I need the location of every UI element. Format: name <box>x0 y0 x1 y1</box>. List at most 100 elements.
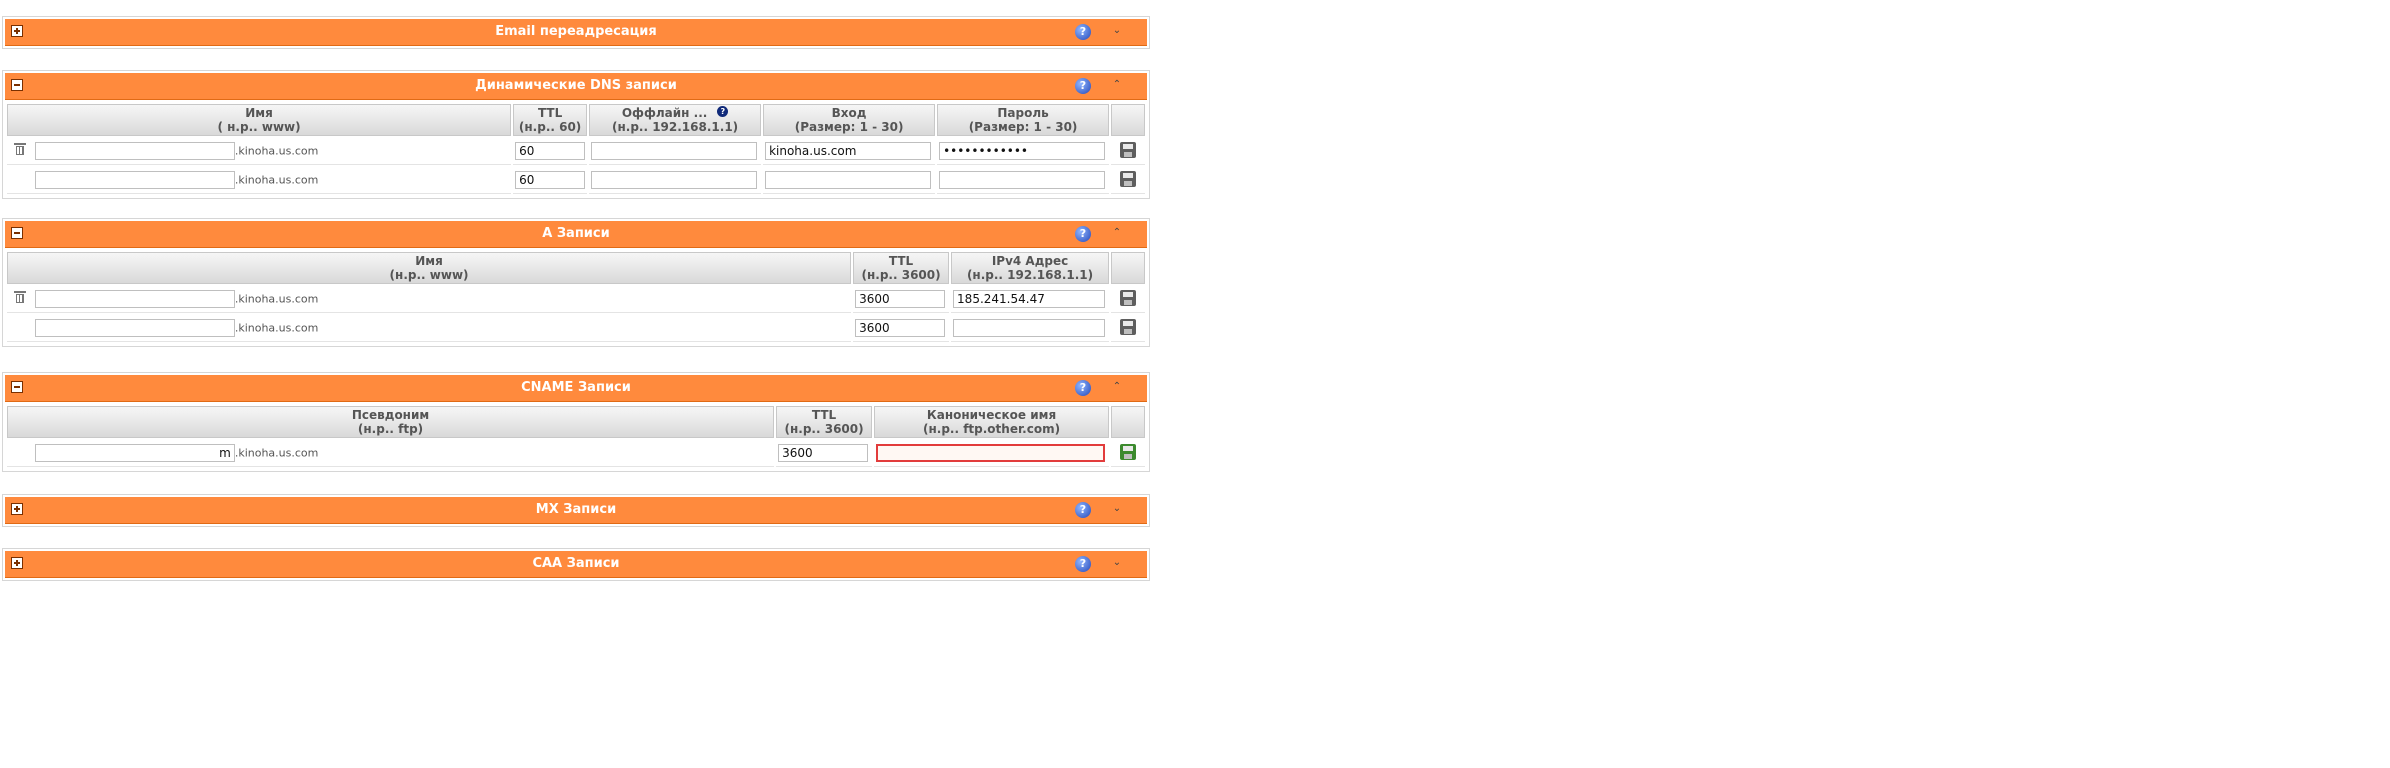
ipv4-input[interactable]: 185.241.54.47 <box>953 290 1106 308</box>
domain-suffix: .kinoha.us.com <box>234 144 319 158</box>
domain-suffix: .kinoha.us.com <box>234 446 319 460</box>
dyn-dns-section: Динамические DNS записи ? ⌃ Имя ( н.р.. … <box>2 70 1150 199</box>
section-title: A Записи <box>542 226 610 241</box>
column-hint: (н.р.. ftp.other.com) <box>922 422 1061 436</box>
ipv4-column-header: IPv4 Адрес (н.р.. 192.168.1.1) <box>951 252 1110 284</box>
help-icon[interactable]: ? <box>1075 556 1091 572</box>
ttl-input[interactable]: 60 <box>515 171 586 189</box>
chevron-down-icon[interactable]: ⌄ <box>1111 557 1123 569</box>
column-hint: (н.р.. 192.168.1.1) <box>611 120 739 134</box>
caa-header[interactable]: CAA Записи ? ⌄ <box>5 551 1147 578</box>
dyn-dns-table: Имя ( н.р.. www) TTL (н.р.. 60) Оффлайн … <box>5 102 1147 196</box>
domain-suffix: .kinoha.us.com <box>234 321 319 335</box>
cname-header[interactable]: CNAME Записи ? ⌃ <box>5 375 1147 402</box>
mx-header[interactable]: MX Записи ? ⌄ <box>5 497 1147 524</box>
ttl-column-header: TTL (н.р.. 3600) <box>853 252 950 284</box>
domain-suffix: .kinoha.us.com <box>234 292 319 306</box>
alias-input[interactable]: m <box>34 444 235 462</box>
chevron-up-icon[interactable]: ⌃ <box>1111 79 1123 91</box>
email-forwarding-header[interactable]: Email переадресация ? ⌄ <box>5 19 1147 46</box>
action-column-header <box>1111 252 1145 284</box>
offline-column-header: Оффлайн ...? (н.р.. 192.168.1.1) <box>589 104 762 136</box>
action-column-header <box>1111 104 1145 136</box>
caa-section: CAA Записи ? ⌄ <box>2 548 1150 581</box>
column-title: Оффлайн ... <box>621 106 708 120</box>
help-icon[interactable]: ? <box>717 106 729 117</box>
login-column-header: Вход (Размер: 1 - 30) <box>763 104 936 136</box>
table-row: .kinoha.us.com 60 <box>7 167 1145 194</box>
help-icon[interactable]: ? <box>1075 502 1091 518</box>
password-input[interactable]: •••••••••••• <box>939 142 1106 160</box>
ttl-input[interactable]: 3600 <box>778 444 869 462</box>
canonical-name-input[interactable] <box>876 444 1106 462</box>
column-hint: (н.р.. www) <box>389 268 469 282</box>
help-icon[interactable]: ? <box>1075 78 1091 94</box>
table-row: .kinoha.us.com 3600 <box>7 315 1145 342</box>
save-icon[interactable] <box>1120 141 1137 158</box>
a-records-table: Имя (н.р.. www) TTL (н.р.. 3600) IPv4 Ад… <box>5 250 1147 344</box>
cname-section: CNAME Записи ? ⌃ Псевдоним (н.р.. ftp) T… <box>2 372 1150 472</box>
help-icon[interactable]: ? <box>1075 226 1091 242</box>
table-header-row: Псевдоним (н.р.. ftp) TTL (н.р.. 3600) К… <box>7 406 1145 438</box>
domain-suffix: .kinoha.us.com <box>234 173 319 187</box>
column-hint: (Размер: 1 - 30) <box>794 120 904 134</box>
section-title: Динамические DNS записи <box>475 78 677 93</box>
table-row: m .kinoha.us.com 3600 <box>7 440 1145 467</box>
dyn-dns-header[interactable]: Динамические DNS записи ? ⌃ <box>5 73 1147 100</box>
section-title: CAA Записи <box>532 556 620 571</box>
table-row: .kinoha.us.com 60 kinoha.us.com ••••••••… <box>7 138 1145 165</box>
action-column-header <box>1111 406 1145 438</box>
trash-icon[interactable] <box>14 290 26 303</box>
ttl-input[interactable]: 3600 <box>855 290 946 308</box>
table-header-row: Имя ( н.р.. www) TTL (н.р.. 60) Оффлайн … <box>7 104 1145 136</box>
ttl-input[interactable]: 3600 <box>855 319 946 337</box>
save-icon[interactable] <box>1120 443 1137 460</box>
section-title: CNAME Записи <box>521 380 631 395</box>
trash-icon[interactable] <box>14 142 26 155</box>
chevron-up-icon[interactable]: ⌃ <box>1111 227 1123 239</box>
ttl-input[interactable]: 60 <box>515 142 586 160</box>
ipv4-input[interactable] <box>953 319 1106 337</box>
name-input[interactable] <box>34 319 235 337</box>
save-icon[interactable] <box>1120 170 1137 187</box>
table-row: .kinoha.us.com 3600 185.241.54.47 <box>7 286 1145 313</box>
column-hint: (н.р.. ftp) <box>357 422 424 436</box>
help-icon[interactable]: ? <box>1075 380 1091 396</box>
column-title: TTL <box>537 106 563 120</box>
password-column-header: Пароль (Размер: 1 - 30) <box>937 104 1110 136</box>
help-icon[interactable]: ? <box>1075 24 1091 40</box>
ttl-column-header: TTL (н.р.. 60) <box>513 104 588 136</box>
name-input[interactable] <box>34 142 235 160</box>
chevron-down-icon[interactable]: ⌄ <box>1111 25 1123 37</box>
a-records-header[interactable]: A Записи ? ⌃ <box>5 221 1147 248</box>
alias-column-header: Псевдоним (н.р.. ftp) <box>7 406 775 438</box>
section-title: MX Записи <box>535 502 617 517</box>
column-title: Каноническое имя <box>926 408 1057 422</box>
canonical-column-header: Каноническое имя (н.р.. ftp.other.com) <box>874 406 1110 438</box>
save-icon[interactable] <box>1120 318 1137 335</box>
column-title: Имя <box>245 106 273 120</box>
offline-input[interactable] <box>591 171 758 189</box>
save-icon[interactable] <box>1120 289 1137 306</box>
cname-table: Псевдоним (н.р.. ftp) TTL (н.р.. 3600) К… <box>5 404 1147 469</box>
column-hint: (н.р.. 192.168.1.1) <box>966 268 1094 282</box>
email-forwarding-section: Email переадресация ? ⌄ <box>2 16 1150 49</box>
name-column-header: Имя ( н.р.. www) <box>7 104 512 136</box>
column-hint: (н.р.. 60) <box>518 120 582 134</box>
ttl-column-header: TTL (н.р.. 3600) <box>776 406 873 438</box>
login-input[interactable] <box>765 171 932 189</box>
column-hint: (н.р.. 3600) <box>784 422 864 436</box>
offline-input[interactable] <box>591 142 758 160</box>
name-input[interactable] <box>34 171 235 189</box>
column-title: IPv4 Адрес <box>991 254 1069 268</box>
column-title: TTL <box>888 254 914 268</box>
chevron-up-icon[interactable]: ⌃ <box>1111 381 1123 393</box>
column-hint: (н.р.. 3600) <box>861 268 941 282</box>
password-input[interactable] <box>939 171 1106 189</box>
section-title: Email переадресация <box>495 24 657 39</box>
name-input[interactable] <box>34 290 235 308</box>
login-input[interactable]: kinoha.us.com <box>765 142 932 160</box>
column-title: Псевдоним <box>351 408 430 422</box>
column-title: Имя <box>415 254 443 268</box>
chevron-down-icon[interactable]: ⌄ <box>1111 503 1123 515</box>
